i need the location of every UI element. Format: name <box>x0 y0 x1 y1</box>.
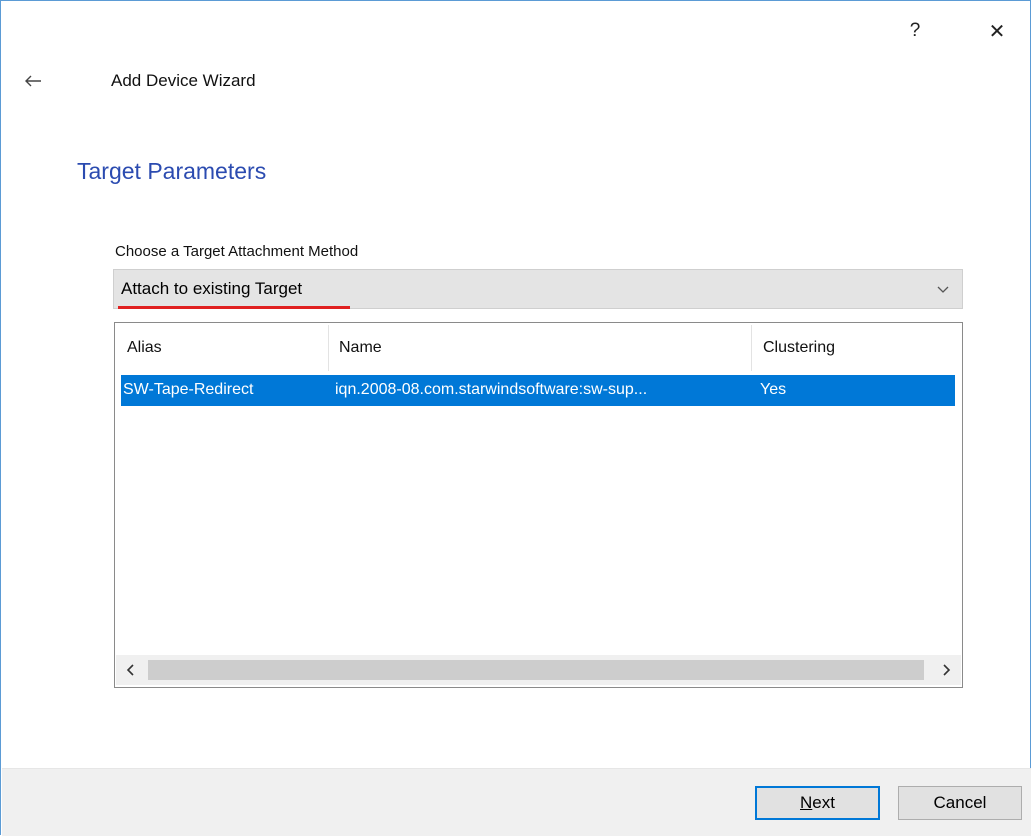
button-bar: Next Cancel <box>2 768 1031 836</box>
help-label: ? <box>909 20 921 41</box>
highlight-underline <box>118 306 350 309</box>
chevron-left-icon <box>126 664 134 676</box>
scroll-thumb[interactable] <box>148 660 924 680</box>
cell-alias: SW-Tape-Redirect <box>123 381 254 398</box>
wizard-window: ? ✕ Add Device Wizard Target Parameters … <box>0 0 1031 836</box>
attachment-method-value: Attach to existing Target <box>121 279 303 298</box>
page-title: Target Parameters <box>77 158 267 184</box>
horizontal-scrollbar[interactable] <box>116 655 961 685</box>
column-header-name[interactable]: Name <box>339 339 382 357</box>
column-separator[interactable] <box>328 325 329 371</box>
next-label: ext <box>812 793 835 812</box>
wizard-title: Add Device Wizard <box>111 71 256 90</box>
attachment-method-label: Choose a Target Attachment Method <box>115 243 359 260</box>
next-button[interactable]: Next <box>755 786 880 820</box>
help-button[interactable]: ? <box>897 15 933 47</box>
chevron-right-icon <box>943 664 951 676</box>
close-icon: ✕ <box>988 20 1006 43</box>
scroll-right-button[interactable] <box>931 655 961 685</box>
column-header-alias[interactable]: Alias <box>127 339 162 357</box>
cell-clustering: Yes <box>760 381 787 398</box>
cell-name: iqn.2008-08.com.starwindsoftware:sw-sup.… <box>335 381 648 398</box>
targets-list[interactable]: Alias Name Clustering SW-Tape-Redirect i… <box>114 322 963 688</box>
cancel-button[interactable]: Cancel <box>898 786 1022 820</box>
back-button[interactable] <box>19 67 47 95</box>
table-row-selected[interactable]: SW-Tape-Redirect iqn.2008-08.com.starwin… <box>121 375 955 406</box>
column-header-clustering[interactable]: Clustering <box>763 339 835 357</box>
chevron-down-icon <box>937 286 949 293</box>
column-separator[interactable] <box>751 325 752 371</box>
scroll-left-button[interactable] <box>116 655 146 685</box>
next-mnemonic: N <box>800 793 813 812</box>
attachment-method-dropdown[interactable]: Attach to existing Target <box>113 269 963 309</box>
arrow-left-icon <box>25 75 41 87</box>
close-button[interactable]: ✕ <box>979 15 1015 47</box>
